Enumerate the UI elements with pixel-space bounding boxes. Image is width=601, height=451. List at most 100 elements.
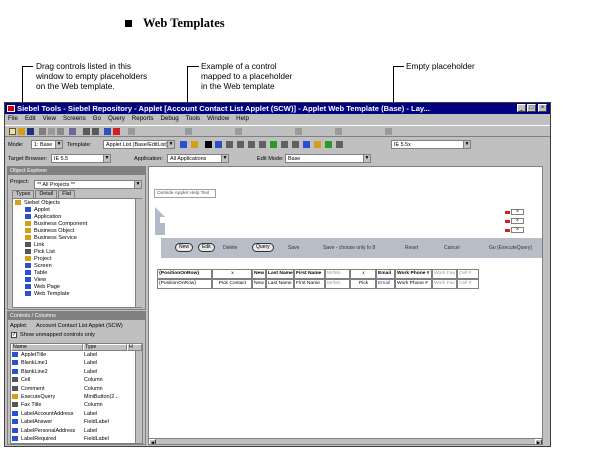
close-button[interactable]: × — [538, 104, 547, 112]
window-vertical-scrollbar[interactable] — [542, 166, 550, 445]
label-icon[interactable] — [303, 141, 310, 148]
grid-header-cell[interactable]: x — [212, 269, 252, 279]
project-select[interactable]: ** All Projects ** ▼ — [34, 180, 142, 189]
wizard-icon[interactable] — [191, 141, 198, 148]
picture-icon[interactable] — [270, 141, 277, 148]
control-row[interactable]: Fax Title — [12, 402, 41, 409]
tree-item[interactable]: Application — [25, 214, 61, 221]
column-header-type[interactable]: Type — [83, 344, 127, 351]
control-row[interactable]: LabelRequired — [12, 436, 56, 443]
format-icon[interactable] — [235, 128, 242, 135]
template-select[interactable]: Applet List (Base/EditList) ▼ — [103, 140, 175, 149]
menu-edit[interactable]: Edit — [25, 114, 36, 124]
applet-button[interactable]: Go (ExecuteQuery) — [489, 245, 532, 251]
empty-placeholder[interactable]: x — [511, 218, 524, 224]
tree-scrollbar[interactable] — [135, 199, 142, 307]
grid-header-cell[interactable]: Email — [376, 269, 395, 279]
new-icon[interactable] — [9, 128, 16, 135]
control-row[interactable]: BlankLine2 — [12, 368, 48, 376]
grid-header-cell[interactable]: Work Phone # — [395, 269, 432, 279]
grid-data-cell[interactable]: Work Fax # — [432, 279, 457, 289]
empty-placeholder[interactable]: x — [511, 227, 524, 233]
paste-icon[interactable] — [57, 128, 64, 135]
align-icon[interactable] — [295, 128, 302, 135]
add-icon[interactable] — [325, 141, 332, 148]
mode-select[interactable]: 1: Base ▼ — [31, 140, 63, 149]
control-row[interactable]: BlankLine1 — [12, 360, 48, 367]
web-template-icon[interactable] — [180, 141, 187, 148]
scroll-right-icon[interactable]: ▶ — [535, 439, 542, 444]
menu-file[interactable]: File — [8, 114, 18, 124]
forward-icon[interactable] — [92, 128, 99, 135]
tab-types[interactable]: Types — [12, 190, 35, 198]
menu-debug[interactable]: Debug — [160, 114, 178, 124]
grid-data-cell[interactable]: Pick Contact — [212, 279, 252, 289]
applet-button[interactable]: Save - choose only In 8 — [323, 245, 375, 251]
menu-window[interactable]: Window — [207, 114, 229, 124]
layout-icon[interactable] — [185, 128, 192, 135]
tools-icon[interactable] — [385, 128, 392, 135]
control-row[interactable]: LabelPersonalAddress — [12, 427, 75, 435]
scroll-left-icon[interactable]: ◀ — [149, 439, 156, 444]
menu-go[interactable]: Go — [93, 114, 101, 124]
grid-header-cell[interactable]: First Name — [294, 269, 325, 279]
grid-data-cell[interactable]: First Name — [294, 279, 325, 289]
tree-item[interactable]: Business Service — [25, 235, 77, 242]
record-icon[interactable] — [128, 128, 135, 135]
grid-data-cell[interactable]: Pick — [350, 279, 376, 289]
edit-mode-select[interactable]: Base ▼ — [285, 154, 371, 163]
applet-button[interactable]: Reset — [405, 245, 418, 251]
column-header-name[interactable]: Name — [11, 344, 83, 351]
applet-button[interactable]: Delete — [223, 245, 237, 251]
column-header-h[interactable]: H — [127, 344, 142, 351]
maximize-button[interactable]: □ — [527, 104, 536, 112]
browser-preview-select[interactable]: IE 5.5x ▼ — [391, 140, 471, 149]
tree-item[interactable]: Screen — [25, 263, 52, 270]
grid-data-cell[interactable]: Mr/Ms — [325, 279, 350, 289]
grid-data-cell[interactable]: Cell # — [457, 279, 479, 289]
save-icon[interactable] — [27, 128, 34, 135]
grid-header-cell[interactable]: Mr/Ms — [325, 269, 350, 279]
button-icon[interactable] — [259, 141, 266, 148]
undo-icon[interactable] — [69, 128, 76, 135]
control-row[interactable]: LabelAccountAddress — [12, 410, 73, 418]
menu-tools[interactable]: Tools — [186, 114, 200, 124]
minimize-button[interactable]: _ — [517, 104, 526, 112]
applet-button[interactable]: Save — [288, 245, 299, 251]
control-row[interactable]: AppletTitle — [12, 352, 46, 359]
grid-header-cell[interactable]: Last Name — [266, 269, 294, 279]
control-row[interactable]: ExecuteQuery — [12, 394, 55, 401]
menu-help[interactable]: Help — [236, 114, 249, 124]
applet-button[interactable]: Query — [252, 243, 274, 252]
empty-placeholder[interactable]: x — [511, 209, 524, 215]
tab-flat[interactable]: Flat — [58, 190, 76, 198]
menu-query[interactable]: Query — [108, 114, 125, 124]
tree-item[interactable]: View — [25, 277, 46, 284]
grid-header-cell[interactable]: Work Fax # — [432, 269, 457, 279]
tree-item[interactable]: Web Page — [25, 284, 60, 291]
applet-button[interactable]: Edit — [198, 243, 215, 252]
unmapped-checkbox[interactable]: ✓ — [11, 332, 17, 338]
applet-button[interactable]: Cancel — [444, 245, 460, 251]
checkbox-icon[interactable] — [281, 141, 288, 148]
tree-item[interactable]: Siebel Objects — [15, 200, 60, 207]
text-icon[interactable] — [292, 141, 299, 148]
tree-item[interactable]: Applet — [25, 207, 50, 214]
grid-data-cell[interactable]: Work Phone # — [395, 279, 432, 289]
control-row[interactable]: LabelAnswer — [12, 419, 52, 426]
grid-header-cell[interactable]: x — [350, 269, 376, 279]
tree-item[interactable]: Web Template — [25, 291, 70, 298]
menu-screens[interactable]: Screens — [63, 114, 86, 124]
menu-view[interactable]: View — [43, 114, 56, 124]
grid-data-cell[interactable]: {PositionOnRow} — [157, 279, 212, 289]
back-icon[interactable] — [83, 128, 90, 135]
tree-item[interactable]: Project — [25, 256, 51, 263]
grid-header-cell[interactable]: {PositionOnRow} — [157, 269, 212, 279]
grid-header-cell[interactable]: New — [252, 269, 266, 279]
grid-icon[interactable] — [226, 141, 233, 148]
canvas-horizontal-scrollbar[interactable]: ◀ ▶ — [149, 438, 549, 444]
pointer-icon[interactable] — [205, 141, 212, 148]
copy-icon[interactable] — [48, 128, 55, 135]
grid-data-cell[interactable]: Last Name — [266, 279, 294, 289]
grid-data-cell[interactable]: New — [252, 279, 266, 289]
